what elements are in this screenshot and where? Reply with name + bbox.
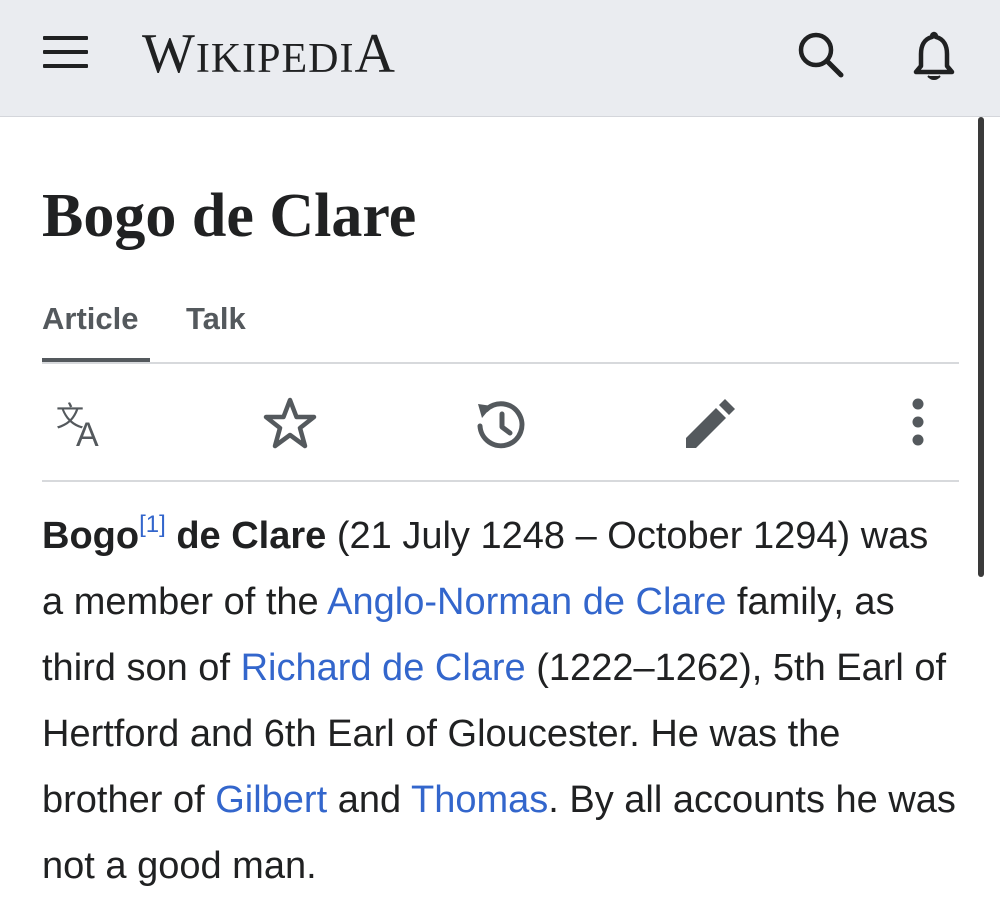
page-tabs: Article Talk <box>42 296 959 364</box>
article-lead-paragraph: Bogo[1] de Clare (21 July 1248 – October… <box>42 503 957 899</box>
more-options-icon[interactable] <box>890 392 954 456</box>
subject-name-rest: de Clare <box>176 515 327 557</box>
top-bar: WIKIPEDIA <box>0 0 1000 117</box>
link-gilbert[interactable]: Gilbert <box>215 779 327 821</box>
active-tab-indicator <box>42 358 150 362</box>
body-text-4: and <box>337 779 402 821</box>
tab-article[interactable]: Article <box>42 296 138 342</box>
watch-star-icon[interactable] <box>258 392 322 456</box>
tab-talk[interactable]: Talk <box>186 296 246 342</box>
scrollbar[interactable] <box>978 117 984 577</box>
wordmark-w: W <box>142 23 196 85</box>
page-actions-toolbar: 文 A <box>42 366 959 482</box>
svg-text:A: A <box>76 416 99 454</box>
wordmark-a: A <box>354 23 396 85</box>
link-anglo-norman-de-clare[interactable]: Anglo-Norman de Clare <box>327 581 726 623</box>
wordmark-middle: IKIPEDI <box>195 36 355 82</box>
wikipedia-wordmark[interactable]: WIKIPEDIA <box>142 26 396 82</box>
page-title: Bogo de Clare <box>42 182 417 250</box>
search-icon[interactable] <box>790 26 852 84</box>
reference-link[interactable]: [1] <box>139 511 166 538</box>
subject-name-first: Bogo <box>42 515 140 557</box>
menu-icon[interactable] <box>40 32 92 76</box>
edit-pencil-icon[interactable] <box>676 392 740 456</box>
link-richard-de-clare[interactable]: Richard de Clare <box>241 647 526 689</box>
notifications-bell-icon[interactable] <box>903 24 965 86</box>
link-thomas[interactable]: Thomas <box>411 779 548 821</box>
history-icon[interactable] <box>468 392 532 456</box>
language-icon[interactable]: 文 A <box>50 392 114 456</box>
